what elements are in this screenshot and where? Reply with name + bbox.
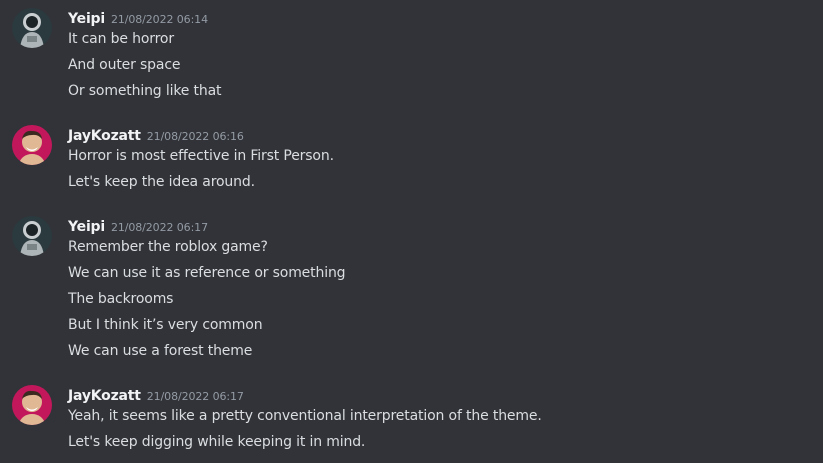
- astronaut-avatar-icon[interactable]: [12, 8, 52, 48]
- man-avatar-icon[interactable]: [12, 125, 52, 165]
- message-lines: Horror is most effective in First Person…: [68, 146, 334, 198]
- message-text: Let's keep the idea around.: [68, 174, 255, 190]
- chat-message-list: Yeipi 21/08/2022 06:14 It can be horror A…: [0, 0, 823, 463]
- timestamp: 21/08/2022 06:14: [110, 13, 208, 26]
- message-lines: It can be horror And outer space Or some…: [68, 29, 222, 107]
- timestamp: 21/08/2022 06:17: [110, 221, 208, 234]
- timestamp: 21/08/2022 06:17: [146, 390, 244, 403]
- username[interactable]: JayKozatt: [68, 128, 141, 144]
- message-header: JayKozatt 21/08/2022 06:16: [68, 125, 244, 145]
- message-header: JayKozatt 21/08/2022 06:17: [68, 385, 244, 405]
- message-text: Let's keep digging while keeping it in m…: [68, 434, 366, 450]
- message-header: Yeipi 21/08/2022 06:17: [68, 216, 208, 236]
- message-text: Yeah, it seems like a pretty conventiona…: [68, 408, 542, 424]
- astronaut-avatar-icon[interactable]: [12, 216, 52, 256]
- message-text: Remember the roblox game?: [68, 239, 268, 255]
- message-lines: Remember the roblox game? We can use it …: [68, 237, 346, 367]
- message-text: We can use a forest theme: [68, 343, 253, 359]
- message-lines: Yeah, it seems like a pretty conventiona…: [68, 406, 542, 458]
- man-avatar-icon[interactable]: [12, 385, 52, 425]
- message-text: And outer space: [68, 57, 181, 73]
- message-header: Yeipi 21/08/2022 06:14: [68, 8, 208, 28]
- username[interactable]: Yeipi: [68, 11, 105, 27]
- message-text: The backrooms: [68, 291, 174, 307]
- message-text: Or something like that: [68, 83, 222, 99]
- username[interactable]: JayKozatt: [68, 388, 141, 404]
- message-text: Horror is most effective in First Person…: [68, 148, 334, 164]
- message-text: But I think it’s very common: [68, 317, 263, 333]
- timestamp: 21/08/2022 06:16: [146, 130, 244, 143]
- message-text: We can use it as reference or something: [68, 265, 346, 281]
- message-text: It can be horror: [68, 31, 174, 47]
- username[interactable]: Yeipi: [68, 219, 105, 235]
